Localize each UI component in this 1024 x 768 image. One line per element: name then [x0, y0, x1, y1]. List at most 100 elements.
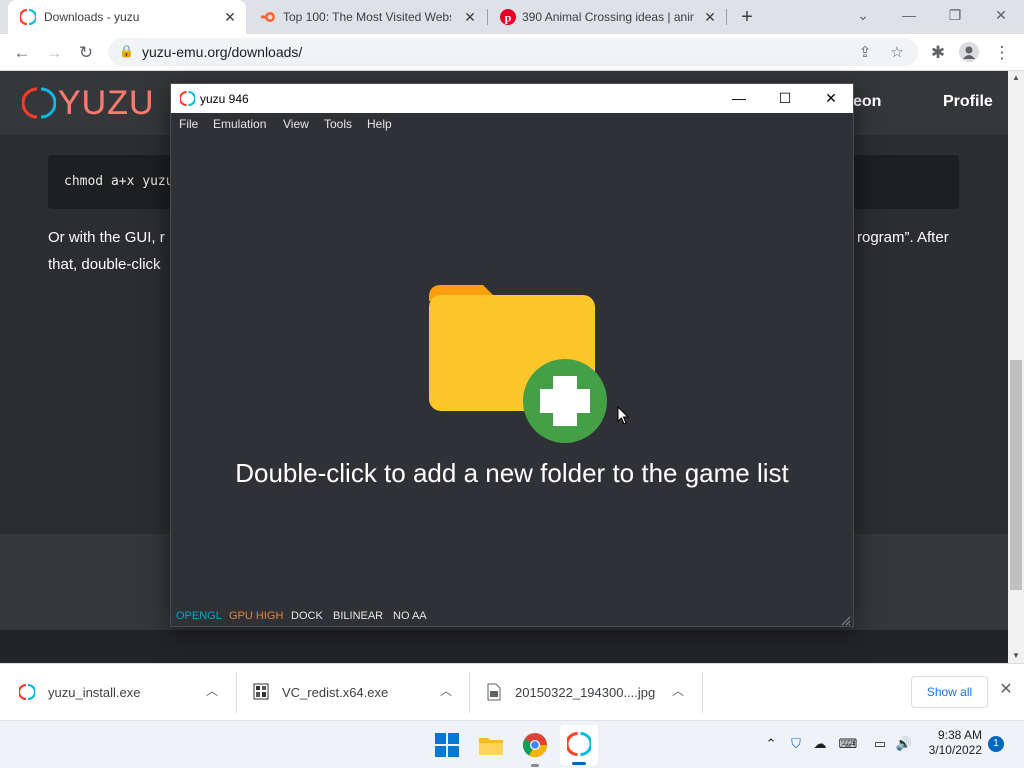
yuzu-taskbar-icon [567, 732, 591, 756]
clock-date: 3/10/2022 [928, 743, 982, 757]
chevron-up-icon[interactable]: ︿ [672, 682, 684, 699]
status-gpu-accuracy[interactable]: GPU HIGH [229, 610, 283, 622]
paragraph-text: that, double-click [48, 256, 161, 273]
extensions-puzzle-icon[interactable]: ✱ [925, 40, 951, 66]
empty-game-list-message: Double-click to add a new folder to the … [235, 458, 789, 488]
taskbar-active-indicator [572, 762, 586, 765]
paragraph-text: Or with the GUI, r [48, 229, 165, 246]
chevron-up-icon[interactable]: ︿ [206, 682, 218, 699]
tab-title: Downloads - yuzu [44, 10, 140, 24]
status-filter[interactable]: BILINEAR [333, 610, 383, 622]
windows-start-icon[interactable] [432, 730, 462, 760]
tab-search-chevron-icon[interactable]: ⌄ [840, 0, 886, 30]
download-filename: 20150322_194300....jpg [515, 685, 656, 700]
yuzu-window-title: yuzu 946 [200, 92, 249, 106]
close-icon[interactable]: ✕ [702, 9, 718, 25]
file-explorer-icon[interactable] [476, 730, 506, 760]
clock-time: 9:38 AM [937, 728, 982, 742]
tab-downloads-yuzu[interactable]: Downloads - yuzu ✕ [8, 0, 246, 34]
yuzu-logo[interactable]: yuzu [22, 83, 155, 123]
menu-help[interactable]: Help [367, 117, 392, 131]
close-window-icon[interactable]: ✕ [978, 0, 1024, 30]
logo-wordmark: yuzu [58, 83, 155, 122]
mouse-cursor-icon [617, 406, 629, 425]
new-tab-plus-icon[interactable]: + [736, 6, 758, 28]
yuzu-favicon-icon [20, 9, 36, 25]
volume-icon[interactable]: 🔊 [894, 734, 914, 754]
yuzu-titlebar[interactable]: yuzu 946 — ☐ ✕ [171, 84, 853, 113]
menu-kebab-icon[interactable]: ⋮ [989, 40, 1015, 66]
yuzu-statusbar: OPENGL GPU HIGH DOCK BILINEAR NO AA [171, 608, 853, 626]
download-item[interactable]: yuzu_install.exe ︿ [0, 664, 236, 721]
footer-bottom [0, 630, 1008, 663]
back-arrow-icon[interactable]: ← [9, 40, 35, 66]
keyboard-icon[interactable]: ⌨ [838, 734, 858, 754]
restore-icon[interactable]: ❐ [932, 0, 978, 30]
system-clock[interactable]: 9:38 AM 3/10/2022 [922, 728, 982, 758]
url-text: yuzu-emu.org/downloads/ [142, 44, 303, 60]
divider [702, 672, 703, 713]
yuzu-close-icon[interactable]: ✕ [808, 84, 854, 113]
show-all-button[interactable]: Show all [911, 676, 988, 708]
close-icon[interactable]: ✕ [222, 9, 238, 25]
yuzu-maximize-icon[interactable]: ☐ [762, 84, 808, 113]
forward-arrow-icon[interactable]: → [41, 40, 67, 66]
reload-icon[interactable]: ↻ [73, 40, 99, 66]
address-bar[interactable]: 🔒 yuzu-emu.org/downloads/ ⇪ ☆ [108, 38, 918, 66]
scroll-down-icon[interactable]: ▼ [1008, 649, 1024, 663]
nav-link-patreon[interactable]: eon [853, 93, 881, 111]
share-icon[interactable]: ⇪ [856, 44, 874, 62]
scroll-up-icon[interactable]: ▲ [1008, 71, 1024, 85]
minimize-icon[interactable]: — [886, 0, 932, 30]
tray-overflow-chevron-icon[interactable]: ⌃ [761, 734, 781, 754]
close-icon[interactable]: ✕ [462, 9, 478, 25]
bookmark-star-icon[interactable]: ☆ [888, 44, 906, 62]
taskbar-active-app[interactable] [560, 725, 598, 765]
notification-badge[interactable]: 1 [988, 736, 1004, 752]
download-item[interactable]: 20150322_194300....jpg ︿ [470, 664, 702, 721]
menu-tools[interactable]: Tools [324, 117, 352, 131]
tab-animal-crossing[interactable]: p 390 Animal Crossing ideas | anim ✕ [488, 0, 726, 34]
svg-text:p: p [505, 11, 512, 25]
chevron-up-icon[interactable]: ︿ [440, 682, 452, 699]
resize-grip-icon[interactable] [839, 614, 851, 626]
taskbar-running-indicator [531, 764, 539, 767]
tab-top-100[interactable]: Top 100: The Most Visited Websi ✕ [248, 0, 486, 34]
status-dock-mode[interactable]: DOCK [291, 610, 323, 622]
tab-divider [726, 9, 727, 25]
download-shelf: yuzu_install.exe ︿ VC_redist.x64.exe ︿ 2… [0, 663, 1024, 720]
yuzu-window: yuzu 946 — ☐ ✕ File Emulation View Tools… [170, 83, 854, 627]
page-scrollbar[interactable]: ▲ ▼ [1008, 71, 1024, 663]
paragraph-text: rogram”. After [857, 229, 949, 246]
scrollbar-thumb[interactable] [1010, 360, 1022, 590]
yuzu-minimize-icon[interactable]: — [716, 84, 762, 113]
defender-shield-icon[interactable]: ⛉ [786, 734, 806, 754]
menu-view[interactable]: View [283, 117, 309, 131]
download-filename: yuzu_install.exe [48, 685, 141, 700]
semrush-favicon-icon [261, 12, 275, 22]
download-item[interactable]: VC_redist.x64.exe ︿ [237, 664, 469, 721]
add-folder-icon [429, 285, 607, 443]
display-icon[interactable]: ▭ [870, 734, 890, 754]
installer-icon [253, 683, 269, 700]
yuzu-logo-mark-icon [22, 87, 56, 119]
browser-tab-strip: Downloads - yuzu ✕ Top 100: The Most Vis… [0, 0, 1024, 34]
status-renderer[interactable]: OPENGL [176, 610, 222, 622]
lock-icon: 🔒 [119, 44, 134, 58]
profile-avatar-icon[interactable] [959, 42, 979, 62]
menu-file[interactable]: File [179, 117, 198, 131]
browser-toolbar: ← → ↻ 🔒 yuzu-emu.org/downloads/ ⇪ ☆ ✱ ⋮ [0, 34, 1024, 71]
network-offline-icon[interactable]: ☁ [810, 734, 830, 754]
nav-link-profile[interactable]: Profile [943, 93, 993, 111]
yuzu-menubar: File Emulation View Tools Help [171, 113, 853, 136]
pinterest-favicon-icon: p [500, 9, 516, 25]
game-list-area[interactable] [171, 136, 853, 606]
tab-title: 390 Animal Crossing ideas | anim [522, 10, 694, 24]
menu-emulation[interactable]: Emulation [213, 117, 266, 131]
code-text: chmod a+x yuzu [64, 174, 174, 189]
taskbar: ⌃ ⛉ ☁ ⌨ ▭ 🔊 9:38 AM 3/10/2022 1 [0, 720, 1024, 768]
image-file-icon [487, 683, 501, 701]
close-shelf-icon[interactable]: ✕ [996, 680, 1016, 700]
chrome-icon[interactable] [520, 730, 550, 760]
status-anti-aliasing[interactable]: NO AA [393, 610, 427, 622]
